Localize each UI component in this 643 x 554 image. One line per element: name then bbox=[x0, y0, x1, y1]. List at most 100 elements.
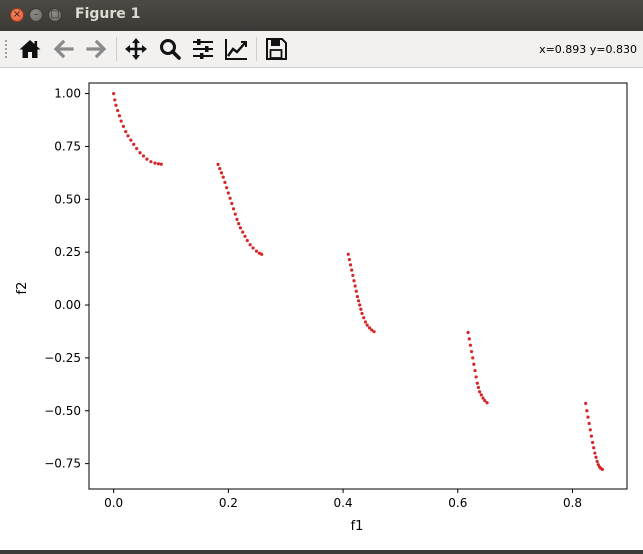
y-tick-label: −0.75 bbox=[44, 457, 81, 471]
data-point bbox=[149, 160, 153, 164]
data-point bbox=[248, 243, 252, 247]
edit-axes-button[interactable] bbox=[222, 35, 250, 63]
y-tick-label: −0.50 bbox=[44, 404, 81, 418]
x-tick-label: 0.2 bbox=[219, 496, 238, 510]
toolbar-separator bbox=[256, 37, 257, 61]
data-point bbox=[594, 455, 598, 459]
minimize-window-button[interactable]: – bbox=[29, 8, 43, 22]
data-point bbox=[113, 98, 117, 102]
data-point bbox=[251, 246, 255, 250]
y-axis-ticks: 1.00 0.75 0.50 0.25 0.00 −0.25 −0.50 −0.75 bbox=[44, 87, 89, 471]
x-tick-label: 0.8 bbox=[563, 496, 582, 510]
data-point bbox=[360, 311, 364, 316]
data-point bbox=[129, 138, 133, 142]
data-point bbox=[352, 279, 356, 283]
axes-frame bbox=[88, 82, 628, 490]
save-button[interactable] bbox=[262, 35, 290, 63]
back-button[interactable] bbox=[50, 35, 78, 63]
data-point bbox=[235, 217, 239, 221]
data-point bbox=[346, 252, 350, 256]
data-point bbox=[231, 207, 236, 211]
figure-canvas[interactable]: 0.0 0.2 0.4 0.6 0.8 1.00 0.75 0.50 0.25 0.00 −0.2… bbox=[0, 68, 643, 550]
y-tick-label: 0.00 bbox=[54, 298, 81, 312]
pan-button[interactable] bbox=[122, 35, 150, 63]
close-window-button[interactable]: × bbox=[10, 8, 24, 22]
data-point bbox=[132, 142, 136, 146]
y-tick-label: 0.25 bbox=[54, 245, 81, 259]
data-point bbox=[218, 167, 222, 171]
data-point bbox=[233, 212, 237, 216]
data-point bbox=[588, 428, 592, 432]
data-point bbox=[225, 186, 229, 190]
data-point bbox=[237, 222, 241, 226]
toolbar-grip-handle[interactable] bbox=[4, 39, 8, 59]
data-point bbox=[600, 467, 604, 471]
edit-axes-icon bbox=[225, 39, 247, 60]
data-point bbox=[353, 284, 357, 288]
zoom-button[interactable] bbox=[156, 35, 184, 63]
maximize-window-button[interactable]: □ bbox=[48, 8, 62, 22]
data-point bbox=[372, 330, 376, 334]
data-point bbox=[592, 446, 596, 450]
scatter-plot[interactable]: 0.0 0.2 0.4 0.6 0.8 1.00 0.75 0.50 0.25 0.00 −0.2… bbox=[0, 68, 643, 550]
data-point bbox=[477, 390, 482, 394]
data-point bbox=[351, 273, 355, 278]
home-button[interactable] bbox=[16, 35, 44, 63]
y-axis-label: f2 bbox=[15, 282, 30, 295]
minimize-icon: – bbox=[33, 9, 39, 20]
configure-subplots-icon bbox=[193, 39, 213, 59]
data-point bbox=[145, 157, 149, 161]
data-point bbox=[354, 289, 358, 293]
data-point bbox=[226, 191, 230, 195]
data-point bbox=[216, 162, 220, 167]
data-point bbox=[138, 151, 142, 155]
data-point bbox=[221, 175, 225, 179]
data-point bbox=[586, 415, 590, 419]
title-bar: × – □ Figure 1 bbox=[0, 0, 643, 32]
data-point bbox=[117, 114, 121, 118]
data-point bbox=[156, 162, 161, 166]
y-tick-label: 0.75 bbox=[54, 139, 81, 153]
data-point bbox=[159, 162, 163, 166]
data-point bbox=[595, 459, 599, 464]
data-point bbox=[358, 303, 362, 307]
move-icon bbox=[125, 38, 147, 60]
cursor-coordinates: x=0.893 y=0.830 bbox=[539, 43, 637, 56]
data-point bbox=[347, 257, 351, 262]
data-point bbox=[469, 349, 474, 354]
data-point bbox=[219, 171, 224, 175]
maximize-icon: □ bbox=[50, 9, 60, 20]
data-point bbox=[356, 299, 361, 303]
configure-subplots-button[interactable] bbox=[189, 35, 217, 63]
x-tick-label: 0.0 bbox=[104, 496, 123, 510]
data-point bbox=[112, 91, 116, 96]
y-tick-label: −0.25 bbox=[44, 351, 81, 365]
data-point bbox=[468, 343, 473, 347]
data-point bbox=[585, 409, 589, 413]
data-point bbox=[589, 434, 594, 438]
data-point bbox=[475, 381, 479, 385]
data-point bbox=[245, 238, 249, 243]
data-point bbox=[466, 330, 470, 335]
data-point bbox=[141, 154, 146, 158]
toolbar-separator bbox=[116, 37, 117, 61]
data-point bbox=[223, 180, 227, 184]
data-point bbox=[119, 119, 123, 123]
navigation-toolbar: x=0.893 y=0.830 bbox=[0, 31, 643, 68]
data-point bbox=[485, 401, 489, 405]
data-point bbox=[228, 196, 232, 200]
data-point bbox=[153, 161, 157, 165]
x-axis-ticks: 0.0 0.2 0.4 0.6 0.8 bbox=[104, 489, 582, 510]
data-point bbox=[230, 201, 234, 206]
data-point bbox=[359, 307, 363, 311]
window-title: Figure 1 bbox=[75, 6, 141, 22]
data-point bbox=[238, 226, 243, 230]
data-point bbox=[126, 134, 130, 138]
data-point bbox=[473, 368, 477, 373]
data-point bbox=[350, 268, 354, 272]
data-point bbox=[593, 451, 597, 455]
data-point bbox=[348, 263, 353, 267]
forward-button[interactable] bbox=[82, 35, 110, 63]
data-point bbox=[116, 108, 120, 113]
data-point bbox=[365, 323, 369, 327]
